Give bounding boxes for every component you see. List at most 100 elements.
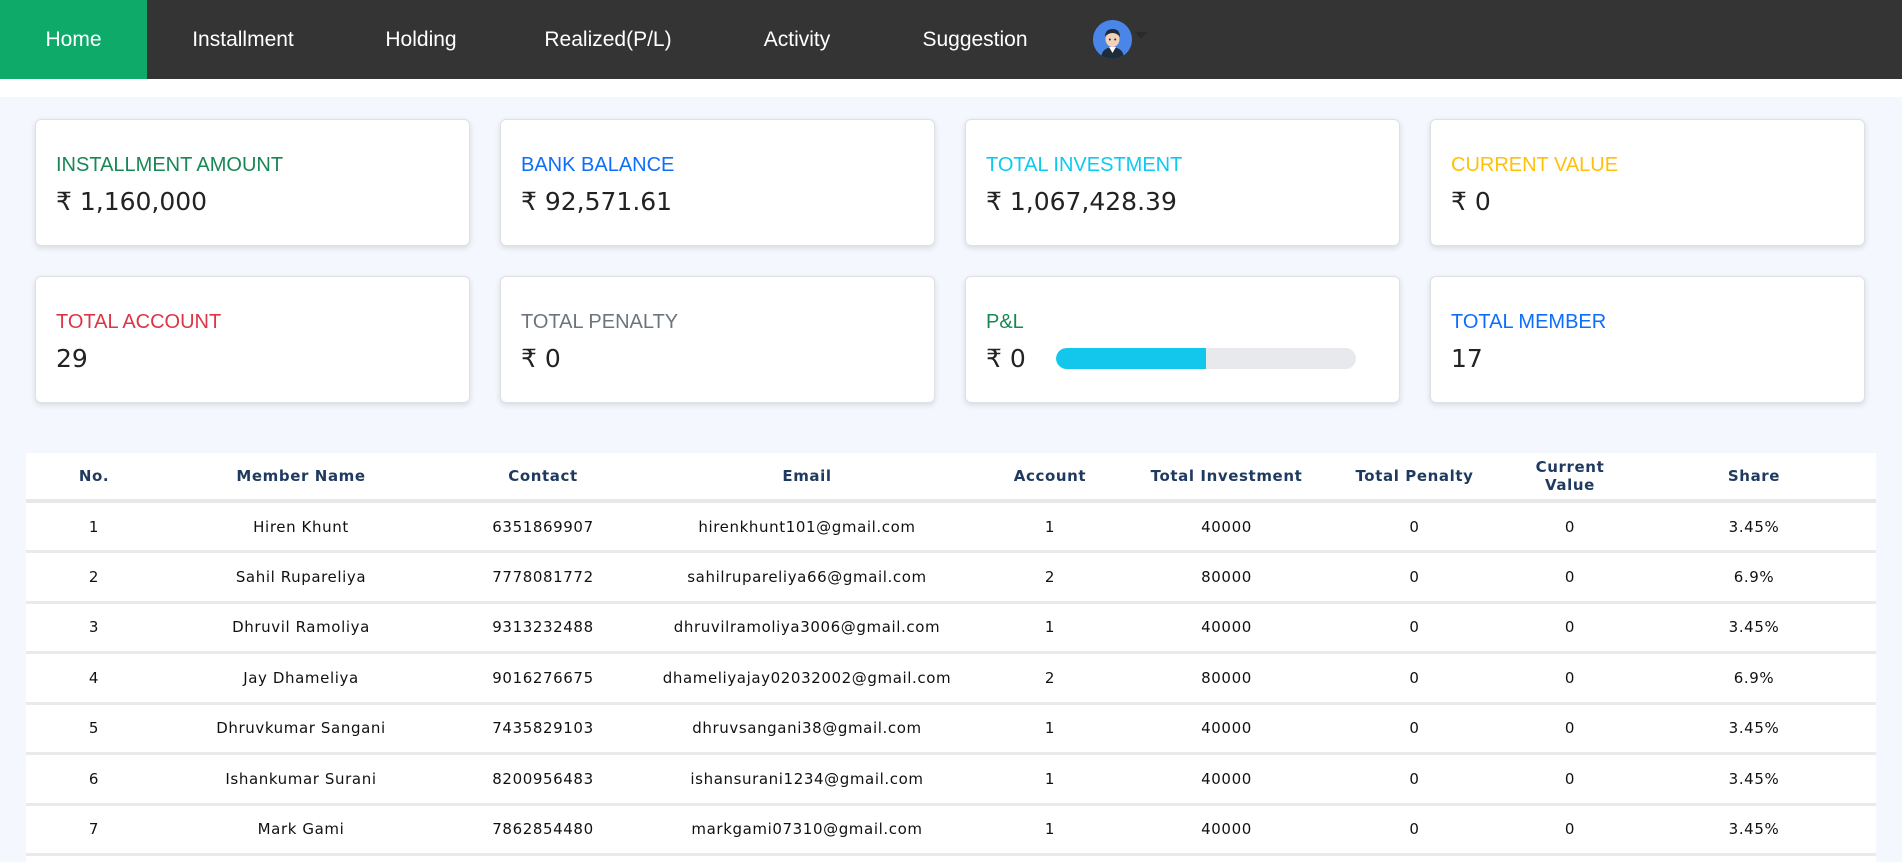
header-share[interactable]: Share (1632, 453, 1876, 503)
members-table: No. Member Name Contact Email Account To… (26, 453, 1876, 856)
pl-row: ₹ 0 (986, 334, 1399, 373)
caret-down-icon[interactable] (1135, 32, 1147, 39)
cell-current-value: 0 (1508, 804, 1632, 856)
cell-no: 1 (26, 501, 162, 553)
cell-current-value: 0 (1508, 551, 1632, 604)
card-total-account: TOTAL ACCOUNT 29 (35, 276, 470, 403)
table-row[interactable]: 3 Dhruvil Ramoliya 9313232488 dhruvilram… (26, 602, 1876, 654)
header-email[interactable]: Email (646, 453, 968, 503)
card-title: P&L (986, 311, 1024, 333)
card-value: ₹ 1,067,428.39 (986, 187, 1177, 216)
card-value: ₹ 92,571.61 (521, 187, 673, 216)
nav-holding[interactable]: Holding (339, 0, 503, 79)
cell-email: sahilrupareliya66@gmail.com (646, 551, 968, 604)
header-no[interactable]: No. (26, 453, 162, 503)
header-account[interactable]: Account (968, 453, 1132, 503)
cell-contact: 7435829103 (440, 703, 646, 755)
cell-member-name: Mark Gami (162, 804, 440, 856)
cell-no: 6 (26, 753, 162, 806)
top-navbar: Home Installment Holding Realized(P/L) A… (0, 0, 1902, 79)
cell-share: 3.45% (1632, 753, 1876, 806)
card-value: 29 (56, 344, 88, 373)
cell-total-investment: 40000 (1132, 501, 1321, 553)
cell-total-penalty: 0 (1321, 753, 1508, 806)
nav-activity[interactable]: Activity (713, 0, 881, 79)
cell-share: 6.9% (1632, 551, 1876, 604)
cell-no: 3 (26, 602, 162, 654)
cell-email: markgami07310@gmail.com (646, 804, 968, 856)
table-row[interactable]: 4 Jay Dhameliya 9016276675 dhameliyajay0… (26, 652, 1876, 705)
cell-total-investment: 40000 (1132, 703, 1321, 755)
cell-total-penalty: 0 (1321, 501, 1508, 553)
cell-total-penalty: 0 (1321, 551, 1508, 604)
cell-contact: 6351869907 (440, 501, 646, 553)
table-header-row: No. Member Name Contact Email Account To… (26, 453, 1876, 503)
pl-progress-bar (1055, 348, 1356, 369)
card-value: 17 (1451, 344, 1483, 373)
cell-member-name: Hiren Khunt (162, 501, 440, 553)
cell-share: 3.45% (1632, 804, 1876, 856)
cell-share: 6.9% (1632, 652, 1876, 705)
card-title: CURRENT VALUE (1451, 154, 1619, 176)
table-row[interactable]: 5 Dhruvkumar Sangani 7435829103 dhruvsan… (26, 703, 1876, 755)
cell-total-penalty: 0 (1321, 602, 1508, 654)
nav-realized-pl[interactable]: Realized(P/L) (503, 0, 713, 79)
cell-current-value: 0 (1508, 703, 1632, 755)
card-total-member: TOTAL MEMBER 17 (1430, 276, 1865, 403)
table-row[interactable]: 7 Mark Gami 7862854480 markgami07310@gma… (26, 804, 1876, 856)
card-title: TOTAL MEMBER (1451, 311, 1607, 333)
nav-home[interactable]: Home (0, 0, 147, 79)
user-menu[interactable] (1093, 0, 1147, 79)
cell-member-name: Sahil Rupareliya (162, 551, 440, 604)
cell-no: 7 (26, 804, 162, 856)
cell-member-name: Jay Dhameliya (162, 652, 440, 705)
cell-no: 5 (26, 703, 162, 755)
card-pl: P&L ₹ 0 (965, 276, 1400, 403)
cell-share: 3.45% (1632, 501, 1876, 553)
cell-account: 1 (968, 703, 1132, 755)
cell-total-investment: 40000 (1132, 804, 1321, 856)
table-row[interactable]: 6 Ishankumar Surani 8200956483 ishansura… (26, 753, 1876, 806)
cell-total-investment: 80000 (1132, 551, 1321, 604)
cell-member-name: Dhruvkumar Sangani (162, 703, 440, 755)
nav-installment[interactable]: Installment (147, 0, 339, 79)
header-member-name[interactable]: Member Name (162, 453, 440, 503)
cell-email: hirenkhunt101@gmail.com (646, 501, 968, 553)
cell-member-name: Dhruvil Ramoliya (162, 602, 440, 654)
cell-account: 1 (968, 501, 1132, 553)
header-current-value[interactable]: Current Value (1508, 453, 1632, 503)
cell-contact: 7778081772 (440, 551, 646, 604)
cell-current-value: 0 (1508, 753, 1632, 806)
header-contact[interactable]: Contact (440, 453, 646, 503)
cell-total-investment: 40000 (1132, 602, 1321, 654)
cell-current-value: 0 (1508, 652, 1632, 705)
cell-email: dhruvilramoliya3006@gmail.com (646, 602, 968, 654)
cell-contact: 9313232488 (440, 602, 646, 654)
card-total-penalty: TOTAL PENALTY ₹ 0 (500, 276, 935, 403)
header-total-penalty[interactable]: Total Penalty (1321, 453, 1508, 503)
cell-current-value: 0 (1508, 602, 1632, 654)
table-row[interactable]: 1 Hiren Khunt 6351869907 hirenkhunt101@g… (26, 501, 1876, 553)
cell-total-investment: 80000 (1132, 652, 1321, 705)
nav-suggestion[interactable]: Suggestion (881, 0, 1069, 79)
cell-email: ishansurani1234@gmail.com (646, 753, 968, 806)
cell-contact: 9016276675 (440, 652, 646, 705)
cell-share: 3.45% (1632, 703, 1876, 755)
cell-total-penalty: 0 (1321, 703, 1508, 755)
cell-total-investment: 40000 (1132, 753, 1321, 806)
card-current-value: CURRENT VALUE ₹ 0 (1430, 119, 1865, 246)
card-value: ₹ 0 (986, 344, 1026, 373)
cell-member-name: Ishankumar Surani (162, 753, 440, 806)
cell-email: dhruvsangani38@gmail.com (646, 703, 968, 755)
header-total-investment[interactable]: Total Investment (1132, 453, 1321, 503)
card-title: INSTALLMENT AMOUNT (56, 154, 284, 176)
cell-account: 1 (968, 602, 1132, 654)
cell-total-penalty: 0 (1321, 652, 1508, 705)
cell-account: 1 (968, 753, 1132, 806)
card-value: ₹ 1,160,000 (56, 187, 208, 216)
members-table-container: No. Member Name Contact Email Account To… (26, 453, 1876, 862)
table-row[interactable]: 2 Sahil Rupareliya 7778081772 sahilrupar… (26, 551, 1876, 604)
pl-progress-fill (1055, 348, 1206, 369)
user-avatar-icon[interactable] (1093, 20, 1132, 59)
cell-total-penalty: 0 (1321, 804, 1508, 856)
